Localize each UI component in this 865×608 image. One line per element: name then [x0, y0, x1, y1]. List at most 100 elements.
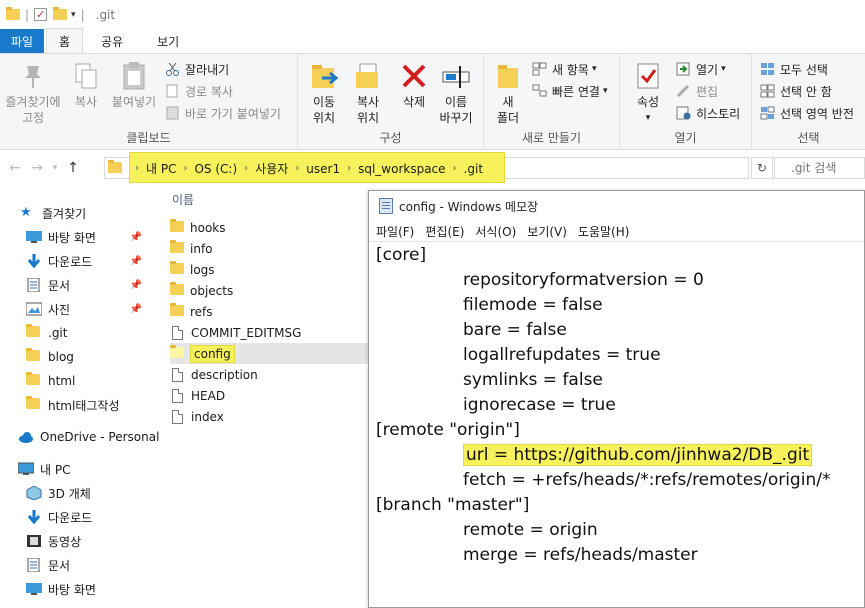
chevron-right-icon[interactable]: ›	[347, 163, 351, 174]
select-all-button[interactable]: 모두 선택	[760, 60, 828, 78]
breadcrumb-item[interactable]: user1	[306, 162, 340, 176]
nav-item-this-pc[interactable]: 내 PC	[17, 458, 70, 480]
chevron-right-icon[interactable]: ›	[295, 163, 299, 174]
quick-access-item[interactable]: ★ 즐겨찾기	[20, 202, 86, 224]
search-input[interactable]: .git 검색	[774, 157, 865, 179]
tab-file[interactable]: 파일	[0, 29, 44, 53]
nav-item-html[interactable]: html	[26, 370, 75, 392]
breadcrumb-item[interactable]: 내 PC	[146, 160, 176, 177]
folder-icon	[26, 372, 40, 385]
list-item[interactable]: refs	[170, 301, 370, 322]
tab-home[interactable]: 홈	[46, 28, 84, 53]
nav-item-git[interactable]: .git	[26, 322, 67, 344]
nav-item-pc-downloads[interactable]: 다운로드	[26, 506, 92, 528]
select-none-button[interactable]: 선택 안 함	[760, 82, 832, 100]
select-group: 모두 선택 선택 안 함 선택 영역 반전 선택	[752, 54, 865, 150]
highlighted-url: url = https://github.com/jinhwa2/DB_.git	[463, 444, 813, 466]
list-item-selected[interactable]: config	[170, 343, 370, 364]
breadcrumb-item[interactable]: sql_workspace	[358, 162, 445, 176]
text-line: fetch = +refs/heads/*:refs/remotes/origi…	[463, 470, 831, 490]
move-to-button[interactable]: 이동 위치	[302, 60, 346, 126]
download-icon	[26, 510, 42, 525]
properties-button[interactable]: 속성 ▾	[626, 60, 670, 126]
breadcrumb: › 내 PC › OS (C:) › 사용자 › user1 › sql_wor…	[132, 160, 487, 177]
edit-button[interactable]: 편집	[676, 82, 718, 100]
invert-selection-button[interactable]: 선택 영역 반전	[760, 104, 854, 122]
new-folder-quick-icon[interactable]	[53, 7, 68, 20]
chevron-right-icon[interactable]: ›	[453, 163, 457, 174]
chevron-down-icon[interactable]: ▾	[71, 10, 76, 20]
nav-item-3d-objects[interactable]: 3D 개체	[26, 482, 91, 504]
list-item[interactable]: objects	[170, 280, 370, 301]
nav-item-videos[interactable]: 동영상	[26, 530, 81, 552]
refresh-icon[interactable]: ↻	[751, 157, 773, 179]
breadcrumb-item[interactable]: .git	[464, 162, 483, 176]
menu-edit[interactable]: 편집(E)	[425, 223, 464, 240]
rename-button[interactable]: 이름 바꾸기	[434, 60, 478, 126]
file-name: info	[190, 241, 213, 256]
properties-quick-icon[interactable]: ✓	[34, 8, 48, 21]
breadcrumb-item[interactable]: 사용자	[255, 160, 288, 177]
up-arrow-icon[interactable]: ↑	[62, 160, 84, 176]
nav-item-downloads[interactable]: 다운로드 📌	[26, 250, 152, 272]
nav-item-html-tag[interactable]: html태그작성	[26, 394, 120, 416]
nav-item-documents[interactable]: 문서 📌	[26, 274, 152, 296]
recent-chevron-icon[interactable]: ▾	[48, 163, 62, 173]
nav-item-label: 바탕 화면	[48, 582, 96, 597]
menu-file[interactable]: 파일(F)	[376, 223, 414, 240]
paste-shortcut-button[interactable]: 바로 가기 붙여넣기	[165, 104, 281, 122]
new-folder-button[interactable]: 새 폴더	[488, 60, 528, 126]
clipboard-icon	[118, 60, 150, 92]
menu-help[interactable]: 도움말(H)	[578, 223, 630, 240]
copy-folder-icon	[352, 60, 384, 92]
open-button[interactable]: 열기 ▾	[676, 60, 726, 78]
list-item[interactable]: hooks	[170, 217, 370, 238]
easy-access-icon	[532, 84, 548, 98]
new-item-icon	[532, 62, 548, 76]
paste-button[interactable]: 붙여넣기	[108, 60, 160, 110]
history-button[interactable]: 히스토리	[676, 104, 740, 122]
nav-item-desktop[interactable]: 바탕 화면 📌	[26, 226, 152, 248]
nav-item-pc-desktop[interactable]: 바탕 화면	[26, 578, 96, 600]
chevron-right-icon[interactable]: ›	[244, 163, 248, 174]
pin-icon: 📌	[129, 303, 142, 315]
tab-view[interactable]: 보기	[145, 29, 191, 53]
chevron-right-icon: ›	[135, 163, 139, 174]
cut-button[interactable]: 잘라내기	[165, 60, 229, 78]
chevron-down-icon: ▾	[645, 113, 651, 123]
tab-share[interactable]: 공유	[89, 29, 135, 53]
nav-item-pc-documents[interactable]: 문서	[26, 554, 70, 576]
chevron-right-icon[interactable]: ›	[183, 163, 187, 174]
list-item[interactable]: HEAD	[170, 385, 370, 406]
list-item[interactable]: COMMIT_EDITMSG	[170, 322, 370, 343]
nav-item-onedrive[interactable]: OneDrive - Personal	[18, 426, 159, 448]
list-item[interactable]: index	[170, 406, 370, 427]
notepad-icon	[379, 198, 393, 214]
copy-path-button[interactable]: 경로 복사	[165, 82, 233, 100]
list-item[interactable]: description	[170, 364, 370, 385]
notepad-text-area[interactable]: [core] repositoryformatversion = 0 filemod…	[369, 241, 864, 608]
nav-item-blog[interactable]: blog	[26, 346, 74, 368]
new-item-button[interactable]: 새 항목 ▾	[532, 60, 596, 78]
divider: |	[80, 7, 85, 22]
list-item[interactable]: logs	[170, 259, 370, 280]
menu-format[interactable]: 서식(O)	[475, 223, 516, 240]
back-arrow-icon[interactable]: ←	[4, 160, 26, 176]
forward-arrow-icon[interactable]: →	[26, 160, 48, 176]
pin-quick-access-button[interactable]: 즐겨찾기에 고정	[2, 60, 64, 126]
copy-path-label: 경로 복사	[185, 84, 233, 99]
menu-view[interactable]: 보기(V)	[527, 223, 567, 240]
select-all-label: 모두 선택	[780, 62, 828, 77]
copy-to-button[interactable]: 복사 위치	[346, 60, 390, 126]
new-item-label: 새 항목	[552, 62, 589, 77]
breadcrumb-item[interactable]: OS (C:)	[194, 162, 237, 176]
easy-access-button[interactable]: 빠른 연결 ▾	[532, 82, 608, 100]
delete-button[interactable]: 삭제	[394, 60, 434, 110]
nav-item-pictures[interactable]: 사진 📌	[25, 298, 152, 320]
file-icon	[172, 367, 183, 382]
column-header-name[interactable]: 이름	[172, 191, 194, 208]
open-icon	[676, 62, 692, 76]
list-item[interactable]: info	[170, 238, 370, 259]
file-name: description	[191, 367, 258, 382]
copy-button[interactable]: 복사	[66, 60, 106, 110]
